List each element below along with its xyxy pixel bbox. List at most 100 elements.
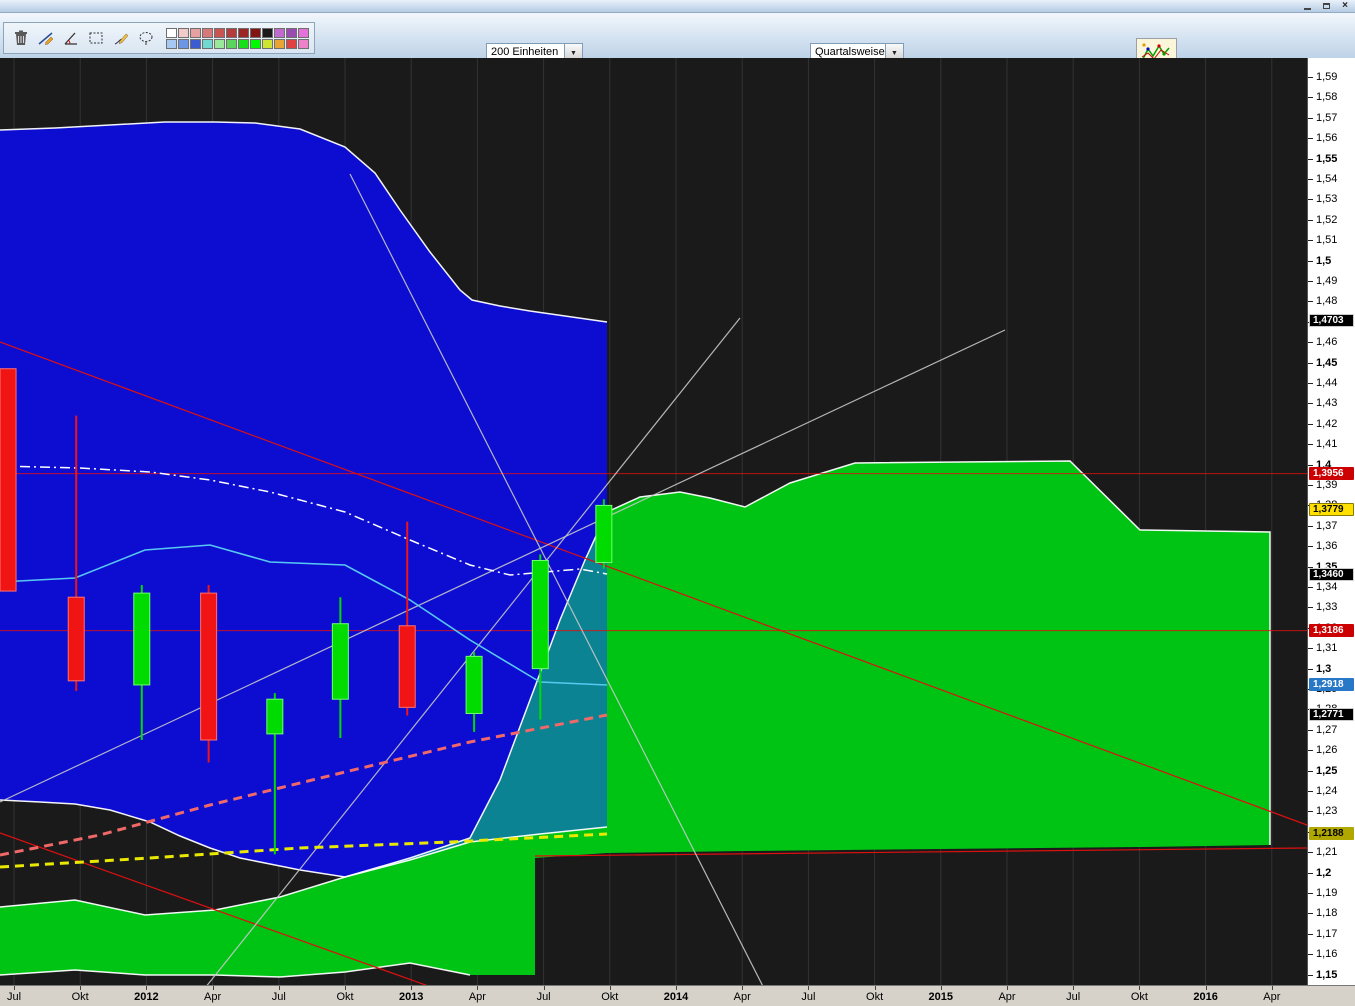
y-axis-label: 1,43 — [1316, 397, 1338, 410]
x-axis-label: Jul — [536, 991, 551, 1003]
rect-select-icon — [89, 32, 102, 44]
y-axis-tick — [1308, 525, 1313, 527]
lasso-tool-button[interactable] — [133, 25, 158, 51]
y-axis-tick — [1308, 587, 1313, 588]
y-axis-tick — [1308, 77, 1313, 78]
restore-button[interactable] — [1319, 1, 1333, 11]
y-axis-tick — [1308, 342, 1313, 344]
y-axis-label: 1,24 — [1316, 785, 1338, 797]
x-axis-tick — [1205, 986, 1207, 990]
close-button[interactable]: × — [1338, 1, 1352, 11]
y-axis-label: 1,37 — [1316, 519, 1338, 532]
color-swatch[interactable] — [178, 38, 189, 49]
x-axis-tick — [874, 986, 876, 990]
x-axis-label: Okt — [1130, 991, 1148, 1003]
color-swatch[interactable] — [262, 38, 273, 49]
y-axis-tick — [1308, 791, 1313, 792]
color-swatch[interactable] — [166, 38, 177, 49]
chevron-down-icon: ▼ — [891, 49, 898, 57]
y-axis-tick — [1308, 362, 1313, 364]
chevron-down-icon: ▼ — [570, 49, 577, 57]
rect-select-tool-button[interactable] — [83, 25, 108, 51]
color-swatch[interactable] — [214, 27, 225, 38]
trash-button[interactable] — [8, 25, 33, 51]
y-axis-label: 1,39 — [1316, 479, 1338, 491]
x-axis-label: Jul — [1066, 991, 1081, 1003]
y-axis-label: 1,56 — [1316, 132, 1338, 145]
y-axis-label: 1,41 — [1316, 438, 1338, 451]
minimize-button[interactable] — [1300, 1, 1314, 11]
color-swatch[interactable] — [190, 38, 201, 49]
x-axis-label: Jul — [6, 991, 22, 1003]
y-axis-label: 1,15 — [1316, 968, 1338, 981]
time-axis[interactable]: Jul Okt 2012 Apr Jul Okt 2013 Apr Jul Okt 2014 Apr J… — [0, 985, 1355, 1006]
app-window: × 200 Einheiten ▼ Quartalsweise ▼ 1,59 1… — [0, 0, 1355, 1006]
color-swatch[interactable] — [298, 38, 309, 49]
chart-canvas[interactable] — [0, 58, 1307, 985]
y-axis-label: 1,2 — [1316, 866, 1332, 879]
color-swatch[interactable] — [214, 38, 225, 49]
x-axis-tick — [1007, 986, 1008, 990]
price-badge: 1,3956 — [1309, 466, 1354, 480]
y-axis-tick — [1308, 485, 1313, 486]
color-swatch[interactable] — [238, 27, 249, 38]
color-swatch[interactable] — [238, 38, 249, 49]
y-axis-label: 1,33 — [1316, 601, 1338, 614]
y-axis-tick — [1308, 607, 1313, 609]
x-axis-tick — [146, 986, 148, 990]
price-badge: 1,3460 — [1309, 567, 1354, 581]
color-swatch[interactable] — [226, 27, 237, 38]
color-swatch[interactable] — [262, 27, 273, 38]
y-axis-label: 1,53 — [1316, 193, 1338, 206]
color-swatch[interactable] — [274, 38, 285, 49]
y-axis-tick — [1308, 729, 1313, 731]
color-swatch[interactable] — [202, 27, 213, 38]
x-axis-tick — [543, 986, 545, 990]
y-axis-label: 1,18 — [1316, 907, 1338, 920]
y-axis-label: 1,5 — [1316, 254, 1332, 267]
title-bar[interactable]: × — [0, 0, 1355, 13]
color-swatch[interactable] — [286, 38, 297, 49]
y-axis-label: 1,19 — [1316, 887, 1338, 899]
x-axis-tick — [212, 986, 214, 990]
color-swatch[interactable] — [250, 38, 261, 49]
chart-area[interactable] — [0, 58, 1307, 985]
price-badge: 1,2771 — [1309, 708, 1354, 722]
trendline-tool-button[interactable] — [33, 25, 58, 51]
color-swatch[interactable] — [166, 27, 177, 38]
color-swatch[interactable] — [190, 27, 201, 38]
y-axis-label: 1,17 — [1316, 927, 1338, 940]
color-swatch[interactable] — [274, 27, 285, 38]
color-swatch[interactable] — [298, 27, 309, 38]
angle-icon — [64, 32, 77, 45]
y-axis-tick — [1308, 117, 1313, 119]
freehand-tool-button[interactable] — [108, 25, 133, 51]
price-badge: 1,4703 — [1309, 314, 1354, 328]
y-axis-label: 1,31 — [1316, 642, 1338, 655]
price-axis[interactable]: 1,59 1,58 1,57 1,56 1,55 1,54 1,53 1,52 1,51 1,5 1… — [1307, 58, 1355, 985]
freehand-icon — [114, 33, 128, 45]
y-axis-tick — [1308, 974, 1313, 976]
x-axis-label: 2016 — [1193, 991, 1218, 1003]
drawing-tool-panel — [3, 22, 315, 54]
color-swatch[interactable] — [226, 38, 237, 49]
x-axis-tick — [1139, 986, 1141, 990]
y-axis-tick — [1308, 648, 1313, 650]
palette-row-1 — [166, 27, 310, 38]
x-axis-tick — [411, 986, 413, 990]
angle-tool-button[interactable] — [58, 25, 83, 51]
x-axis-label: Okt — [601, 991, 619, 1003]
color-swatch[interactable] — [250, 27, 261, 38]
restore-icon — [1322, 3, 1330, 9]
price-badge: 1,2918 — [1309, 678, 1354, 692]
window-controls: × — [1300, 1, 1352, 11]
color-swatch[interactable] — [178, 27, 189, 38]
y-axis-tick — [1308, 423, 1313, 425]
y-axis-label: 1,44 — [1316, 377, 1338, 389]
color-swatch[interactable] — [286, 27, 297, 38]
x-axis-label: Okt — [71, 991, 89, 1003]
y-axis-label: 1,23 — [1316, 805, 1338, 818]
y-axis-label: 1,46 — [1316, 336, 1338, 349]
x-axis-label: 2015 — [928, 991, 954, 1003]
color-swatch[interactable] — [202, 38, 213, 49]
